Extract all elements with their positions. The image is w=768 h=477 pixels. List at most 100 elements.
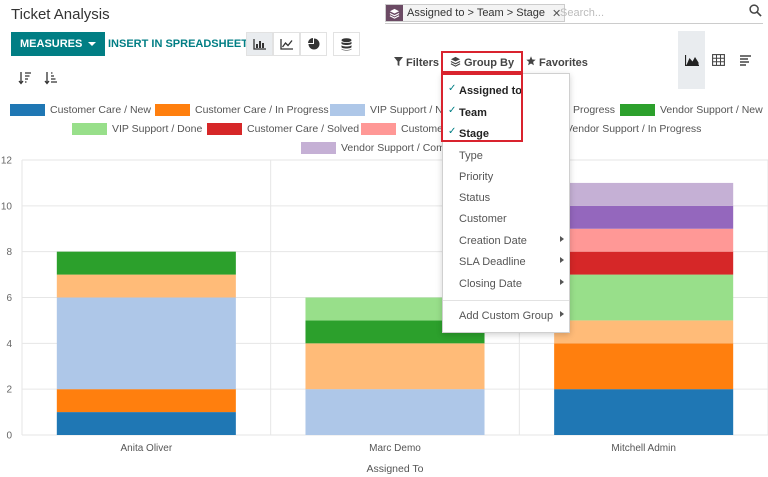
bar-chart-icon[interactable] (246, 32, 273, 56)
legend-label: Progress (573, 104, 616, 116)
x-tick-label: Marc Demo (369, 443, 421, 454)
groupby-option-creation-date[interactable]: Creation Date (443, 232, 569, 249)
groupby-option-priority[interactable]: Priority (443, 168, 569, 185)
legend-swatch (330, 104, 365, 116)
groupby-option-status[interactable]: Status (443, 189, 569, 206)
groupby-option-label: Customer (459, 212, 507, 225)
database-icon[interactable] (333, 32, 360, 56)
favorites-toggle[interactable]: Favorites (526, 55, 588, 70)
legend-item[interactable]: VIP Support / Done (72, 122, 202, 136)
chart-legend: Customer Care / New Customer Care / In P… (0, 100, 768, 158)
caret-right-icon (560, 311, 564, 317)
groupby-option-label: Creation Date (459, 234, 527, 247)
legend-label: VIP Support / Ne (370, 104, 449, 116)
bar-segment (554, 274, 734, 321)
groupby-option-label: Closing Date (459, 277, 522, 290)
groupby-option-sla-deadline[interactable]: SLA Deadline (443, 253, 569, 270)
legend-item[interactable]: Progress (573, 103, 615, 117)
pivot-view-icon[interactable] (705, 31, 732, 89)
legend-label: Customer Care / New (50, 104, 151, 116)
star-icon (526, 56, 536, 69)
bar-segment (554, 228, 734, 252)
favorites-label: Favorites (539, 56, 588, 69)
legend-swatch (301, 142, 336, 154)
y-tick-label: 6 (6, 293, 12, 304)
y-tick-label: 4 (6, 339, 12, 350)
legend-item[interactable]: Vendor Support / New (620, 103, 763, 117)
bar-segment (56, 251, 236, 275)
highlight-box-groupby (441, 51, 523, 73)
legend-label: Vendor Support / Comp (341, 142, 451, 154)
legend-label: Customer Care / Solved (247, 123, 360, 135)
filters-toggle[interactable]: Filters (394, 55, 439, 70)
x-axis-label: Assigned To (366, 463, 423, 475)
bar-segment (56, 389, 236, 413)
highlight-box-selected-groups (441, 73, 523, 142)
legend-item[interactable]: Vendor Support / Comp (301, 141, 451, 155)
y-tick-label: 12 (1, 156, 13, 167)
legend-item[interactable]: Customer Care / Solved (207, 122, 359, 136)
filter-icon (394, 56, 403, 69)
bar-segment (554, 205, 734, 229)
list-view-icon[interactable] (732, 31, 759, 89)
layers-icon (386, 5, 403, 21)
legend-item[interactable]: Customer Care / In Progress (155, 103, 329, 117)
x-tick-label: Anita Oliver (120, 443, 172, 454)
groupby-option-label: Type (459, 149, 483, 162)
caret-right-icon (560, 236, 564, 242)
y-tick-label: 2 (6, 385, 12, 396)
page-title: Ticket Analysis (11, 6, 110, 23)
y-tick-label: 10 (1, 201, 13, 212)
caret-right-icon (560, 257, 564, 263)
facet-label: Assigned to > Team > Stage (407, 7, 545, 19)
x-tick-label: Mitchell Admin (611, 443, 675, 454)
legend-swatch (361, 123, 396, 135)
insert-in-spreadsheet-button[interactable]: INSERT IN SPREADSHEET (102, 32, 254, 56)
search-bar: Assigned to > Team > Stage ✕ (385, 3, 763, 24)
y-tick-label: 8 (6, 247, 12, 258)
legend-swatch (10, 104, 45, 116)
legend-label: Customer Care / In Progress (195, 104, 329, 116)
legend-label: Vendor Support / New (660, 104, 763, 116)
bar-segment (56, 274, 236, 298)
groupby-option-customer[interactable]: Customer (443, 210, 569, 227)
caret-right-icon (560, 279, 564, 285)
y-tick-label: 0 (6, 431, 12, 442)
search-facet[interactable]: Assigned to > Team > Stage ✕ (385, 4, 566, 22)
bar-segment (554, 251, 734, 275)
chevron-down-icon (88, 42, 97, 46)
bar-segment (56, 297, 236, 390)
bar-segment (554, 320, 734, 344)
legend-item[interactable]: VIP Support / Ne (330, 103, 449, 117)
legend-swatch (207, 123, 242, 135)
graph-view-icon[interactable] (678, 31, 705, 89)
legend-swatch (72, 123, 107, 135)
bar-segment (554, 343, 734, 390)
legend-swatch (620, 104, 655, 116)
legend-label: Custome (401, 123, 444, 135)
add-custom-group-label: Add Custom Group (459, 309, 554, 322)
search-icon[interactable] (749, 4, 762, 22)
add-custom-group[interactable]: Add Custom Group (443, 307, 569, 324)
measures-label: MEASURES (20, 38, 83, 50)
sort-descending-icon[interactable] (18, 71, 32, 85)
legend-item[interactable]: Vendor Support / In Progress (566, 122, 701, 136)
search-input[interactable] (560, 4, 735, 22)
bar-segment (554, 182, 734, 206)
sort-ascending-icon[interactable] (44, 71, 58, 85)
bar-segment (305, 343, 485, 390)
filters-label: Filters (406, 56, 440, 69)
legend-label: VIP Support / Done (112, 123, 203, 135)
bar-segment (305, 389, 485, 435)
bar-segment (554, 389, 734, 435)
measures-button[interactable]: MEASURES (11, 32, 106, 56)
legend-swatch (155, 104, 190, 116)
groupby-option-label: Status (459, 191, 491, 204)
line-chart-icon[interactable] (273, 32, 300, 56)
groupby-option-type[interactable]: Type (443, 147, 569, 164)
legend-label: Vendor Support / In Progress (566, 123, 702, 135)
pie-chart-icon[interactable] (300, 32, 327, 56)
legend-item[interactable]: Custome (361, 122, 443, 136)
legend-item[interactable]: Customer Care / New (10, 103, 151, 117)
groupby-option-closing-date[interactable]: Closing Date (443, 275, 569, 292)
